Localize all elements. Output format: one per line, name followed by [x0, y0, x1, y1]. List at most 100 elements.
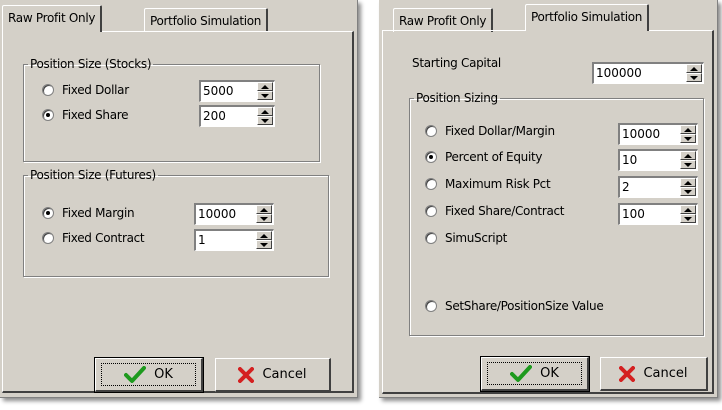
- position-sizing-title: Position Sizing: [416, 91, 498, 105]
- futures-position-size-group: Position Size (Futures): [23, 168, 329, 277]
- spin-down-button[interactable]: [257, 116, 273, 125]
- fixed-dollar-margin-label: Fixed Dollar/Margin: [445, 124, 555, 138]
- spin-up-button[interactable]: [257, 107, 273, 116]
- ok-button[interactable]: OK: [94, 357, 204, 393]
- radio-button[interactable]: [425, 205, 437, 217]
- arrow-down-icon: [260, 242, 268, 247]
- fixed-margin-radio[interactable]: Fixed Margin: [42, 205, 135, 221]
- percent-of-equity-input[interactable]: [622, 152, 678, 168]
- arrow-down-icon: [684, 216, 692, 221]
- maximum-risk-pct-radio[interactable]: Maximum Risk Pct: [425, 176, 551, 192]
- setshare-positionsize-value-label: SetShare/PositionSize Value: [445, 299, 604, 313]
- maximum-risk-pct-label: Maximum Risk Pct: [445, 177, 551, 191]
- arrow-down-icon: [260, 216, 268, 221]
- radio-button[interactable]: [425, 232, 437, 244]
- arrow-down-icon: [261, 93, 269, 98]
- simuscript-radio[interactable]: SimuScript: [425, 230, 507, 246]
- cancel-button[interactable]: Cancel: [600, 357, 708, 391]
- fixed-dollar-margin-input[interactable]: [622, 126, 678, 142]
- arrow-up-icon: [684, 207, 692, 212]
- fixed-dollar-margin-spinbox[interactable]: [618, 123, 698, 145]
- tab-portfolio-simulation[interactable]: Portfolio Simulation: [525, 4, 650, 31]
- spin-down-button[interactable]: [257, 91, 273, 100]
- simuscript-label: SimuScript: [445, 231, 508, 245]
- arrow-up-icon: [261, 109, 269, 114]
- radio-button[interactable]: [42, 232, 54, 244]
- fixed-contract-spinbox[interactable]: [194, 229, 274, 251]
- checkmark-icon: [124, 365, 147, 383]
- starting-capital-spinbox[interactable]: [592, 62, 704, 84]
- fixed-contract-label: Fixed Contract: [62, 231, 145, 245]
- fixed-share-input[interactable]: [203, 108, 255, 124]
- percent-of-equity-label: Percent of Equity: [445, 150, 543, 164]
- starting-capital-input[interactable]: [596, 65, 684, 81]
- fixed-margin-label: Fixed Margin: [62, 206, 135, 220]
- fixed-contract-radio[interactable]: Fixed Contract: [42, 230, 145, 246]
- futures-group-title: Position Size (Futures): [30, 168, 156, 182]
- fixed-share-contract-label: Fixed Share/Contract: [445, 204, 565, 218]
- arrow-up-icon: [684, 180, 692, 185]
- spin-up-button[interactable]: [686, 64, 702, 73]
- fixed-margin-spinbox[interactable]: [194, 203, 274, 225]
- arrow-down-icon: [684, 136, 692, 141]
- cancel-button[interactable]: Cancel: [215, 358, 331, 392]
- ok-button[interactable]: OK: [480, 356, 590, 392]
- ok-label: OK: [540, 366, 559, 381]
- arrow-up-icon: [690, 66, 698, 71]
- position-size-dialog-portfolio-simulation: Raw Profit Only Portfolio Simulation Sta…: [379, 0, 718, 398]
- tab-raw-profit-only[interactable]: Raw Profit Only: [2, 5, 103, 32]
- fixed-share-contract-spinbox[interactable]: [618, 203, 698, 225]
- radio-button[interactable]: [425, 125, 437, 137]
- spin-down-button[interactable]: [680, 160, 696, 169]
- cross-icon: [619, 365, 636, 382]
- fixed-share-contract-radio[interactable]: Fixed Share/Contract: [425, 203, 565, 219]
- fixed-share-spinbox[interactable]: [199, 105, 275, 127]
- cross-icon: [238, 366, 255, 383]
- ok-label: OK: [154, 367, 173, 382]
- spin-down-button[interactable]: [680, 134, 696, 143]
- focus-rect: [101, 363, 196, 386]
- tab-raw-profit-only[interactable]: Raw Profit Only: [393, 8, 494, 32]
- spin-up-button[interactable]: [680, 205, 696, 214]
- spin-up-button[interactable]: [257, 82, 273, 91]
- fixed-margin-input[interactable]: [198, 206, 254, 222]
- arrow-down-icon: [261, 118, 269, 123]
- arrow-up-icon: [261, 84, 269, 89]
- spin-up-button[interactable]: [256, 231, 272, 240]
- cancel-label: Cancel: [262, 367, 307, 382]
- fixed-share-contract-input[interactable]: [622, 206, 678, 222]
- focus-rect: [487, 362, 582, 385]
- spin-down-button[interactable]: [680, 214, 696, 223]
- fixed-share-label: Fixed Share: [62, 108, 129, 122]
- spin-up-button[interactable]: [680, 178, 696, 187]
- fixed-dollar-radio[interactable]: Fixed Dollar: [42, 82, 129, 98]
- fixed-dollar-margin-radio[interactable]: Fixed Dollar/Margin: [425, 123, 555, 139]
- radio-button[interactable]: [425, 151, 437, 163]
- tab-portfolio-simulation[interactable]: Portfolio Simulation: [144, 8, 269, 32]
- radio-button[interactable]: [42, 109, 54, 121]
- radio-button[interactable]: [42, 84, 54, 96]
- spin-up-button[interactable]: [680, 125, 696, 134]
- fixed-dollar-spinbox[interactable]: [199, 80, 275, 102]
- spin-down-button[interactable]: [256, 214, 272, 223]
- spin-up-button[interactable]: [256, 205, 272, 214]
- radio-button[interactable]: [425, 300, 437, 312]
- position-size-dialog-raw-profit: Raw Profit Only Portfolio Simulation Pos…: [0, 0, 358, 398]
- maximum-risk-pct-spinbox[interactable]: [618, 176, 698, 198]
- arrow-up-icon: [684, 127, 692, 132]
- maximum-risk-pct-input[interactable]: [622, 179, 678, 195]
- spin-down-button[interactable]: [686, 73, 702, 82]
- fixed-share-radio[interactable]: Fixed Share: [42, 107, 129, 123]
- percent-of-equity-spinbox[interactable]: [618, 149, 698, 171]
- setshare-positionsize-value-radio[interactable]: SetShare/PositionSize Value: [425, 298, 604, 314]
- spin-up-button[interactable]: [680, 151, 696, 160]
- spin-down-button[interactable]: [680, 187, 696, 196]
- percent-of-equity-radio[interactable]: Percent of Equity: [425, 149, 543, 165]
- radio-button[interactable]: [425, 178, 437, 190]
- fixed-dollar-label: Fixed Dollar: [62, 83, 129, 97]
- fixed-contract-input[interactable]: [198, 232, 254, 248]
- radio-button[interactable]: [42, 207, 54, 219]
- arrow-down-icon: [684, 189, 692, 194]
- fixed-dollar-input[interactable]: [203, 83, 255, 99]
- spin-down-button[interactable]: [256, 240, 272, 249]
